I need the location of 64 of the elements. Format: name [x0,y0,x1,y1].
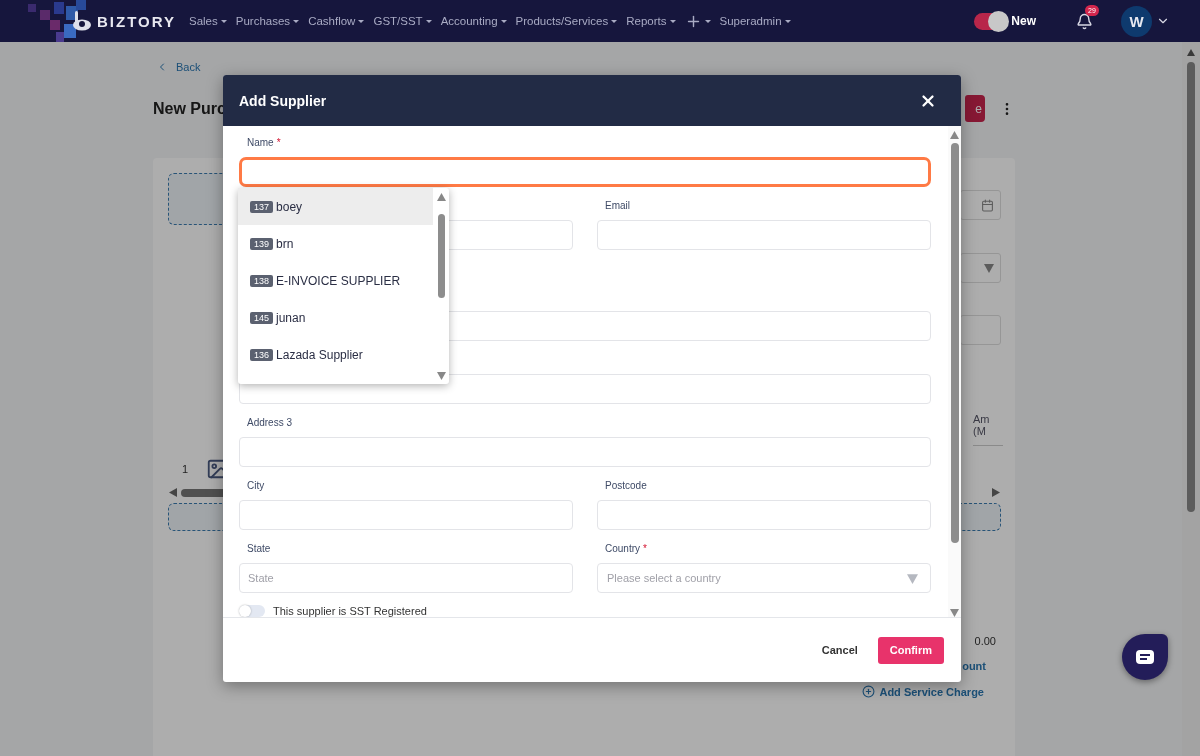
column-header: Am [973,413,991,425]
field-label: State [247,542,271,556]
caret-icon[interactable] [907,572,918,584]
id-badge: 138 [250,274,274,287]
cancel-button[interactable]: Cancel [821,636,858,664]
back-link[interactable]: Back [156,61,201,73]
id-badge: 136 [250,348,274,361]
service-charge-link[interactable]: Add Service Charge [862,685,984,698]
discount-link[interactable]: ount [962,660,986,672]
field-label: Postcode [605,479,647,493]
input-field[interactable] [239,157,931,187]
field-label: Address 3 [247,416,293,430]
caret-icon[interactable] [984,263,994,273]
scroll-down-icon[interactable] [950,608,959,617]
scroll-right-icon[interactable] [992,488,1001,497]
menu-item[interactable]: Superadmin [719,15,791,27]
id-badge: 137 [250,200,274,213]
required-mark: * [643,542,647,556]
scroll-up-icon[interactable] [1187,48,1195,56]
supplier-name: E-INVOICE SUPPLIER [276,273,401,288]
scroll-left-icon[interactable] [168,488,177,497]
calendar-icon[interactable] [981,198,994,212]
required-mark: * [276,136,281,150]
field-label: City [247,479,265,493]
chat-button[interactable] [1122,634,1168,680]
scrollbar-thumb[interactable] [950,143,959,543]
menu-item[interactable]: Products/Services [515,15,618,27]
scroll-up-icon[interactable] [950,130,959,139]
supplier-name: boey [276,199,303,214]
toggle-label: New [1011,14,1036,28]
menu-item[interactable]: GST/SST [373,15,432,27]
field-label: Name [247,136,274,150]
menu-item[interactable]: Reports [626,15,676,27]
field-label: Country [605,542,640,556]
plus-circle-icon[interactable] [862,685,876,698]
dialog-title: Add Supplier [239,92,327,109]
logo-text: BIZTORY [97,12,176,30]
column-header: (M [973,425,987,437]
confirm-button[interactable]: Confirm [877,636,944,664]
menu-item[interactable]: Sales [189,15,227,27]
row-number: 1 [182,463,189,475]
id-badge: 139 [250,237,274,250]
chat-icon[interactable] [1136,650,1154,664]
supplier-name: Lazada Supplier [276,347,363,362]
user-avatar[interactable]: W [1121,5,1152,37]
sst-switch[interactable] [239,604,265,617]
id-badge: 145 [250,311,274,324]
menu-item[interactable]: Purchases [235,15,300,27]
scroll-down-icon[interactable] [436,371,446,380]
suggestion-item[interactable]: 137 boey [238,188,433,225]
scrollbar-thumb[interactable] [437,214,445,298]
menu-item[interactable]: Cashflow [308,15,365,27]
logo-icon [71,10,93,32]
total-value: 0.00 [974,635,996,647]
scrollbar-thumb[interactable] [1187,62,1195,512]
toggle-switch[interactable] [974,12,1008,30]
menu-item[interactable]: Accounting [440,15,507,27]
scroll-up-icon[interactable] [436,192,446,201]
supplier-name: junan [276,310,306,325]
supplier-name: brn [276,236,294,251]
bell-icon[interactable] [1076,12,1093,30]
save-button[interactable]: e [965,95,985,122]
field-label: Email [605,199,630,213]
switch-label: This supplier is SST Registered [273,604,427,617]
